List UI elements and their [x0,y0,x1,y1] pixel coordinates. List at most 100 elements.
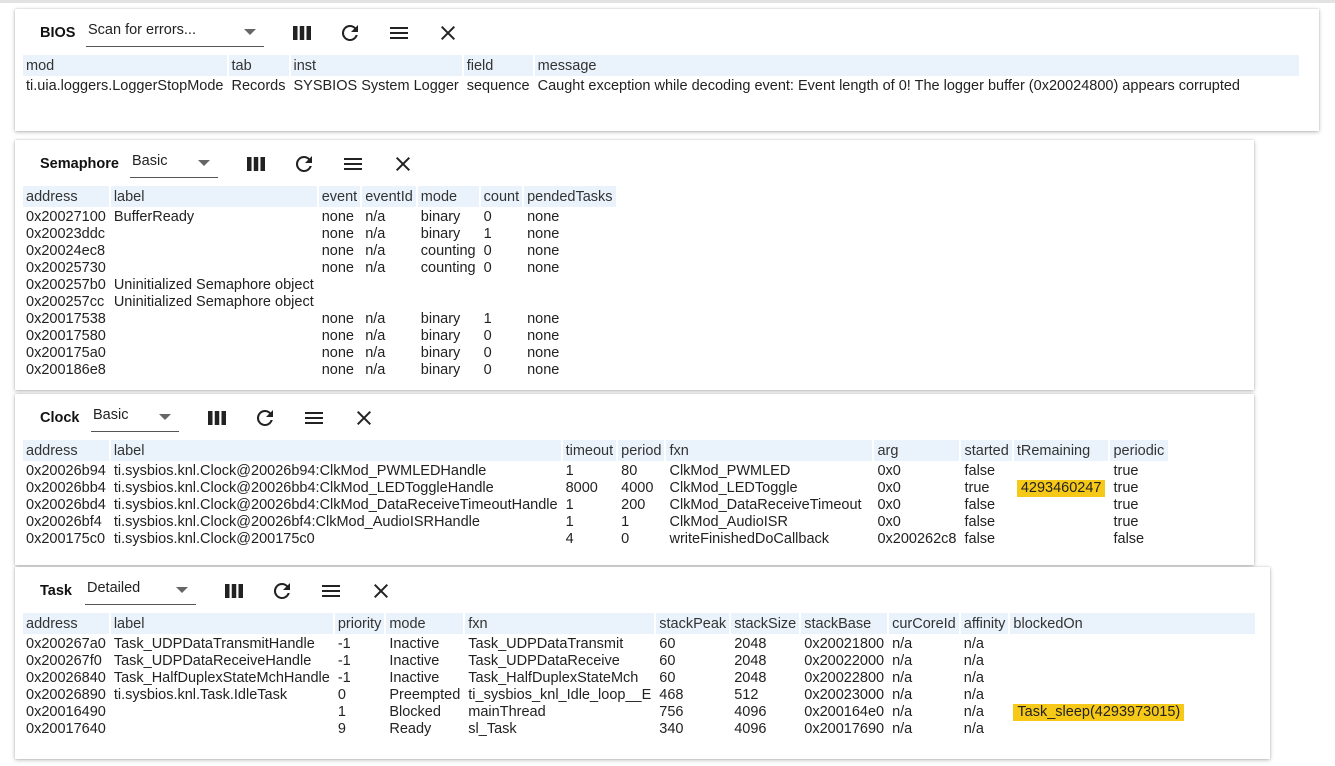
column-header-period[interactable]: period [618,440,665,461]
column-header-stackbase[interactable]: stackBase [801,613,888,634]
close-button[interactable] [369,579,393,603]
table-row[interactable]: ti.uia.loggers.LoggerStopMode Records SY… [23,78,1299,95]
column-header-affinity[interactable]: affinity [960,613,1009,634]
table-row[interactable]: 0x200175c0 ti.sysbios.knl.Clock@200175c0 4… [23,531,1168,548]
close-button[interactable] [436,21,460,45]
menu-button[interactable] [302,406,326,430]
menu-button[interactable] [319,579,343,603]
column-header-mode[interactable]: mode [386,613,464,634]
refresh-button[interactable] [270,579,294,603]
close-button[interactable] [352,406,376,430]
column-header-count[interactable]: count [480,186,523,207]
table-row[interactable]: 0x200175a0 none n/a binary 0 none [23,345,616,362]
table-row[interactable]: 0x200267a0 Task_UDPDataTransmitHandle -1 In… [23,636,1255,653]
cell-fxn: ClkMod_AudioISR [669,514,788,530]
view-dropdown[interactable]: Basic [130,152,218,178]
highlight-badge: Task_sleep(4293973015) [1013,704,1185,721]
refresh-button[interactable] [292,152,316,176]
refresh-button[interactable] [338,21,362,45]
cell-event: none [321,209,354,225]
cell-blockedon [1010,721,1255,738]
column-header-eventid[interactable]: eventId [362,186,416,207]
column-header-fxn[interactable]: fxn [465,613,655,634]
menu-button[interactable] [387,21,411,45]
column-header-mod[interactable]: mod [23,55,227,76]
column-header-label[interactable]: label [110,440,561,461]
column-header-timeout[interactable]: timeout [562,440,617,461]
menu-button[interactable] [341,152,365,176]
table-row[interactable]: 0x20026bf4 ti.sysbios.knl.Clock@20026bf4:… [23,514,1168,531]
table-row[interactable]: 0x20024ec8 none n/a counting 0 none [23,243,616,260]
column-header-stacksize[interactable]: stackSize [731,613,800,634]
column-header-label[interactable]: label [110,613,333,634]
task-table: address label priority mode fxn stackPea… [21,613,1257,738]
column-header-started[interactable]: started [961,440,1012,461]
table-row[interactable]: 0x200257cc Uninitialized Semaphore object [23,294,616,311]
column-header-tremaining[interactable]: tRemaining [1013,440,1109,461]
column-header-inst[interactable]: inst [290,55,462,76]
column-header-curcoreid[interactable]: curCoreId [889,613,959,634]
column-header-mode[interactable]: mode [417,186,479,207]
column-header-label[interactable]: label [110,186,317,207]
table-row[interactable]: 0x20017640 9 Ready sl_Task 340 4096 0x20017690… [23,721,1255,738]
table-row[interactable]: 0x20026bd4 ti.sysbios.knl.Clock@20026bd4:… [23,497,1168,514]
highlight-badge: 4293460247 [1016,480,1106,497]
cell-count: 0 [483,328,492,344]
table-row[interactable]: 0x200186e8 none n/a binary 0 none [23,362,616,379]
table-row[interactable]: 0x200257b0 Uninitialized Semaphore object [23,277,616,294]
column-header-address[interactable]: address [23,440,109,461]
columns-button[interactable] [290,21,314,45]
column-header-blockedon[interactable]: blockedOn [1010,613,1255,634]
cell-fxn: ClkMod_LEDToggle [669,480,798,496]
cell-label [111,260,317,277]
columns-button[interactable] [244,152,268,176]
table-row[interactable]: 0x20027100 BufferReady none n/a binary 0 none [23,209,616,226]
column-header-arg[interactable]: arg [874,440,960,461]
column-header-address[interactable]: address [23,186,109,207]
refresh-button[interactable] [253,406,277,430]
columns-icon [293,26,311,40]
close-button[interactable] [391,152,415,176]
column-header-address[interactable]: address [23,613,109,634]
columns-button[interactable] [222,579,246,603]
cell-count: 0 [483,209,492,225]
view-dropdown[interactable]: Scan for errors... [86,21,264,47]
cell-address: 0x200175a0 [26,345,106,361]
table-row[interactable]: 0x20026890 ti.sysbios.knl.Task.IdleTask 0 P… [23,687,1255,704]
cell-label [111,345,317,362]
cell-pendedtasks: none [527,209,560,225]
view-dropdown[interactable]: Basic [91,406,179,432]
cell-curcoreid: n/a [892,636,913,652]
column-header-stackpeak[interactable]: stackPeak [656,613,730,634]
column-header-fxn[interactable]: fxn [666,440,873,461]
cell-mode: binary [420,328,461,344]
cell-label [111,704,333,721]
table-row[interactable]: 0x200267f0 Task_UDPDataReceiveHandle -1 Ina… [23,653,1255,670]
cell-mod: ti.uia.loggers.LoggerStopMode [26,78,224,94]
table-row[interactable]: 0x20016490 1 Blocked mainThread 756 4096 0x200… [23,704,1255,721]
columns-button[interactable] [205,406,229,430]
column-header-tab[interactable]: tab [228,55,289,76]
column-header-event[interactable]: event [318,186,361,207]
table-row[interactable]: 0x20017538 none n/a binary 1 none [23,311,616,328]
view-dropdown[interactable]: Detailed [85,579,196,605]
column-header-pendedtasks[interactable]: pendedTasks [524,186,616,207]
table-row[interactable]: 0x20023ddc none n/a binary 1 none [23,226,616,243]
column-header-priority[interactable]: priority [334,613,385,634]
cell-address: 0x20024ec8 [26,243,106,259]
table-row[interactable]: 0x20026840 Task_HalfDuplexStateMchHandle -… [23,670,1255,687]
cell-address: 0x20017538 [26,311,106,327]
menu-icon [322,585,340,597]
table-row[interactable]: 0x20026bb4 ti.sysbios.knl.Clock@20026bb4:… [23,480,1168,497]
column-header-message[interactable]: message [534,55,1299,76]
cell-label [111,311,317,328]
header-row: address label priority mode fxn stackPea… [23,613,1255,634]
table-row[interactable]: 0x20025730 none n/a counting 0 none [23,260,616,277]
table-row[interactable]: 0x20017580 none n/a binary 0 none [23,328,616,345]
column-header-periodic[interactable]: periodic [1110,440,1169,461]
cell-stackbase: 0x20022000 [804,653,885,669]
cell-mode: binary [420,345,461,361]
table-row[interactable]: 0x20026b94 ti.sysbios.knl.Clock@20026b94:… [23,463,1168,480]
column-header-field[interactable]: field [463,55,533,76]
cell-label [111,721,333,738]
